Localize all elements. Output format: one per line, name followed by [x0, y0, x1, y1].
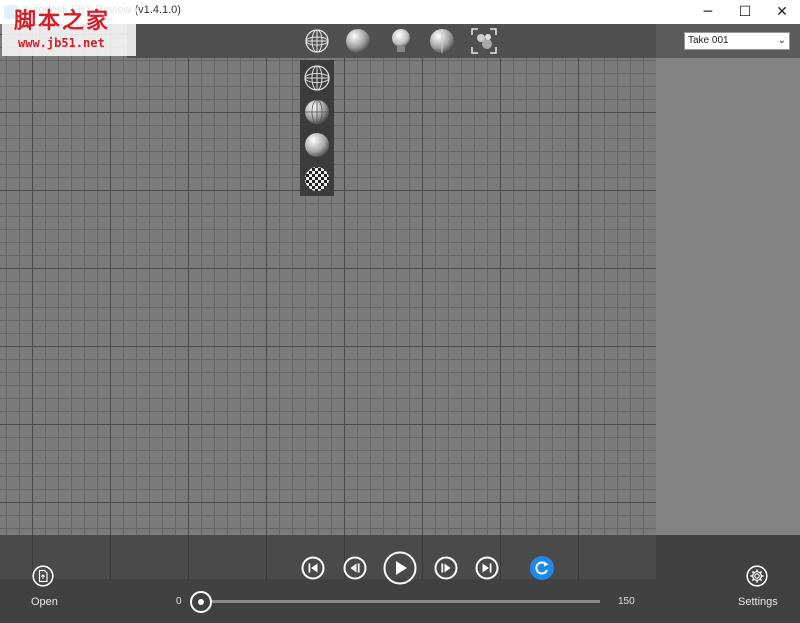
timeline-start-label: 0 [176, 596, 182, 607]
maximize-button[interactable]: ☐ [727, 0, 763, 24]
wireframe-icon[interactable] [303, 64, 331, 92]
chevron-down-icon: ⌄ [777, 35, 786, 46]
slider-thumb-dot [198, 599, 204, 605]
play-icon[interactable] [383, 551, 417, 585]
watermark-logo: 脚本之家 www.jb51.net [2, 2, 136, 56]
bottom-grid-strip [0, 535, 656, 579]
take-select[interactable]: Take 001 ⌄ [684, 32, 790, 50]
timeline-track[interactable] [201, 600, 600, 603]
open-label[interactable]: Open [31, 596, 58, 608]
timeline-end-label: 150 [618, 596, 635, 607]
light-bulb-icon[interactable] [386, 26, 416, 56]
frame-all-icon[interactable] [469, 26, 499, 56]
shaded-icon[interactable] [303, 131, 331, 159]
right-panel [656, 24, 800, 535]
loop-icon[interactable] [530, 556, 554, 580]
go-to-start-icon[interactable] [301, 556, 325, 580]
textured-icon[interactable] [303, 165, 331, 193]
go-to-end-icon[interactable] [475, 556, 499, 580]
gear-icon[interactable] [746, 565, 768, 587]
timeline-slider-thumb[interactable] [190, 591, 212, 613]
take-select-value: Take 001 [688, 35, 729, 46]
step-forward-icon[interactable] [434, 556, 458, 580]
half-sphere-icon[interactable] [427, 26, 457, 56]
step-back-icon[interactable] [343, 556, 367, 580]
watermark-url: www.jb51.net [18, 36, 105, 50]
wireframe-sphere-icon[interactable] [302, 26, 332, 56]
minimize-button[interactable]: ─ [690, 0, 726, 24]
shaded-sphere-icon[interactable] [343, 26, 373, 56]
wireframe-on-shaded-icon[interactable] [303, 98, 331, 126]
watermark-text: 脚本之家 [14, 8, 111, 34]
close-button[interactable]: ✕ [764, 0, 800, 24]
settings-label[interactable]: Settings [738, 596, 778, 608]
open-file-icon[interactable] [32, 565, 54, 587]
